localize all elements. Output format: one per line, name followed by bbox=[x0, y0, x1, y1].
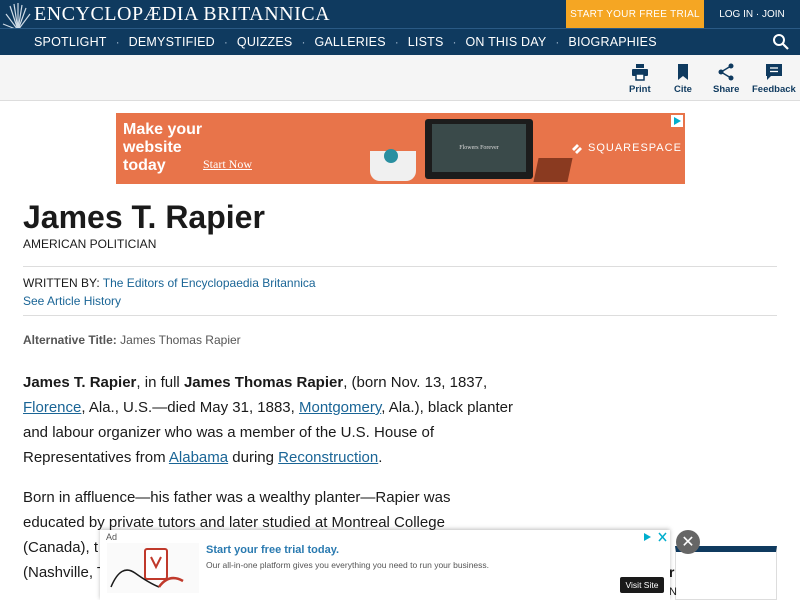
main-nav: SPOTLIGHT · DEMYSTIFIED · QUIZZES · GALL… bbox=[0, 28, 800, 55]
florence-link[interactable]: Florence bbox=[23, 399, 81, 416]
text-run: , Ala., U.S.—died May 31, 1883, bbox=[81, 399, 299, 416]
ad-title: Start your free trial today. bbox=[206, 544, 340, 556]
printer-icon bbox=[631, 64, 648, 81]
cite-button[interactable]: Cite bbox=[674, 63, 692, 95]
subject-name: James T. Rapier bbox=[23, 374, 137, 391]
nav-separator: · bbox=[452, 35, 457, 49]
bottom-sticky-ad[interactable]: Ad Start your free trial today. Our all-… bbox=[100, 530, 670, 600]
ad-illustration-image bbox=[107, 543, 199, 593]
ad-body-text: Our all-in-one platform gives you everyt… bbox=[206, 560, 490, 570]
alternative-title-label: Alternative Title: bbox=[23, 333, 117, 347]
ad-product-box bbox=[533, 158, 573, 182]
reconstruction-link[interactable]: Reconstruction bbox=[278, 449, 378, 466]
ad-laptop-screen: Flowers Forever bbox=[432, 124, 526, 172]
nav-separator: · bbox=[115, 35, 120, 49]
nav-spotlight[interactable]: SPOTLIGHT bbox=[34, 35, 107, 49]
adchoices-close-icon[interactable] bbox=[642, 532, 668, 542]
nav-lists[interactable]: LISTS bbox=[408, 35, 444, 49]
cite-label: Cite bbox=[674, 84, 692, 95]
text-run: during bbox=[228, 449, 279, 466]
share-label: Share bbox=[713, 84, 740, 95]
article-history-link[interactable]: See Article History bbox=[23, 294, 121, 308]
share-button[interactable]: Share bbox=[713, 63, 739, 95]
montgomery-link[interactable]: Montgomery bbox=[299, 399, 381, 416]
feedback-button[interactable]: Feedback bbox=[752, 63, 796, 95]
side-card-text: N bbox=[669, 586, 677, 598]
brand-wordmark[interactable]: ENCYCLOPÆDIA BRITANNICA bbox=[34, 3, 330, 26]
article-paragraph: James T. Rapier, in full James Thomas Ra… bbox=[23, 370, 523, 470]
side-card[interactable] bbox=[675, 546, 777, 600]
free-trial-button[interactable]: START YOUR FREE TRIAL bbox=[566, 0, 704, 28]
nav-quizzes[interactable]: QUIZZES bbox=[237, 35, 293, 49]
subject-full-name: James Thomas Rapier bbox=[183, 374, 344, 391]
feedback-label: Feedback bbox=[752, 84, 796, 95]
bookmark-icon bbox=[678, 64, 688, 80]
nav-galleries[interactable]: GALLERIES bbox=[314, 35, 385, 49]
login-join-button[interactable]: LOG IN · JOIN bbox=[704, 0, 800, 28]
nav-separator: · bbox=[301, 35, 306, 49]
article-toolbar: Print Cite Share Feedback bbox=[0, 55, 800, 101]
nav-demystified[interactable]: DEMYSTIFIED bbox=[129, 35, 215, 49]
share-icon bbox=[718, 63, 734, 81]
written-by: WRITTEN BY: The Editors of Encyclopaedia… bbox=[23, 276, 316, 290]
print-label: Print bbox=[629, 84, 651, 95]
ad-start-now-link[interactable]: Start Now bbox=[203, 157, 252, 172]
nav-separator: · bbox=[555, 35, 560, 49]
paragraph-line: Born in affluence—his father was a wealt… bbox=[23, 489, 451, 506]
author-link[interactable]: The Editors of Encyclopaedia Britannica bbox=[103, 276, 316, 290]
squarespace-ad-banner[interactable]: Make your website today Start Now Flower… bbox=[116, 113, 685, 184]
ad-brand-name: SQUARESPACE bbox=[588, 142, 682, 154]
visit-site-button[interactable]: Visit Site bbox=[620, 577, 664, 593]
squarespace-logo: SQUARESPACE bbox=[570, 141, 682, 155]
print-button[interactable]: Print bbox=[629, 63, 651, 95]
nav-biographies[interactable]: BIOGRAPHIES bbox=[568, 35, 656, 49]
alabama-link[interactable]: Alabama bbox=[169, 449, 228, 466]
adchoices-icon[interactable] bbox=[671, 115, 683, 127]
search-icon[interactable] bbox=[772, 33, 790, 51]
text-run: , (born Nov. 13, 1837, bbox=[343, 374, 488, 391]
divider bbox=[23, 266, 777, 267]
ad-laptop-image: Flowers Forever bbox=[425, 119, 533, 179]
text-run: . bbox=[378, 449, 383, 466]
article-title: James T. Rapier bbox=[23, 199, 265, 235]
article-subtitle: AMERICAN POLITICIAN bbox=[23, 237, 157, 251]
written-by-label: WRITTEN BY: bbox=[23, 276, 100, 290]
alternative-title: Alternative Title: James Thomas Rapier bbox=[23, 333, 241, 347]
squarespace-mark-icon bbox=[572, 144, 582, 154]
ad-product-ball bbox=[384, 149, 398, 163]
close-ad-button[interactable]: ✕ bbox=[676, 530, 700, 554]
divider bbox=[23, 315, 777, 316]
text-run: , in full bbox=[136, 374, 184, 391]
nav-separator: · bbox=[223, 35, 228, 49]
nav-on-this-day[interactable]: ON THIS DAY bbox=[466, 35, 547, 49]
alternative-title-value: James Thomas Rapier bbox=[120, 333, 241, 347]
ad-label: Ad bbox=[106, 532, 118, 542]
nav-separator: · bbox=[394, 35, 399, 49]
feedback-icon bbox=[765, 64, 782, 80]
